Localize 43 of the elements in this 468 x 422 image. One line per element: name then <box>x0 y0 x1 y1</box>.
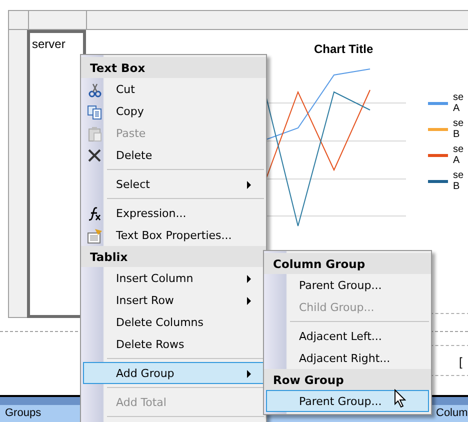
menu-item[interactable]: Parent Group... <box>266 390 429 412</box>
mouse-pointer-icon <box>394 389 406 408</box>
close-icon <box>87 148 103 164</box>
section-title: Text Box <box>90 60 146 74</box>
section-title: Tablix <box>90 250 128 264</box>
menu-item[interactable]: Parent Group... <box>266 274 429 296</box>
menu-item[interactable]: Expression... <box>83 202 264 224</box>
menu-item[interactable]: Select <box>83 173 264 195</box>
field-value: server <box>32 37 66 51</box>
menu-item[interactable]: Delete Columns <box>83 311 264 333</box>
submenu-arrow-icon <box>247 275 251 283</box>
column-handle[interactable] <box>86 10 468 30</box>
menu-item[interactable]: Add Group <box>83 362 264 384</box>
scissors-icon <box>87 82 103 98</box>
menu-item[interactable]: Insert Column <box>83 267 264 289</box>
legend-label: se A <box>453 92 465 114</box>
submenu-arrow-icon <box>247 297 251 305</box>
menu-item[interactable]: Delete Rows <box>83 333 264 355</box>
row-handle[interactable] <box>8 30 28 318</box>
section-title: Column Group <box>273 256 366 270</box>
menu-item[interactable]: Insert Row <box>83 289 264 311</box>
menu-item[interactable]: Adjacent Left... <box>266 325 429 347</box>
function-icon <box>87 206 103 222</box>
pane-title: Groups <box>5 407 42 419</box>
corner-cell <box>8 10 28 30</box>
column-handle[interactable] <box>28 10 86 30</box>
cell-text: [ <box>459 355 462 369</box>
menu-item[interactable]: Copy <box>83 100 264 122</box>
submenu-arrow-icon <box>247 370 251 378</box>
clipboard-icon <box>87 126 103 142</box>
menu-item[interactable]: Delete <box>83 144 264 166</box>
properties-icon <box>87 228 103 244</box>
section-title: Row Group <box>273 372 344 386</box>
menu-item[interactable]: Text Box Properties... <box>83 224 264 246</box>
submenu-arrow-icon <box>247 181 251 189</box>
pane-title: Colum <box>436 407 468 419</box>
menu-item[interactable]: Cut <box>83 78 264 100</box>
menu-item[interactable]: Adjacent Right... <box>266 347 429 369</box>
legend-label: se B <box>453 170 465 192</box>
legend-label: se A <box>453 144 465 166</box>
legend-label: se B <box>453 118 465 140</box>
copy-icon <box>87 104 103 120</box>
chart-title: Chart Title <box>314 42 374 56</box>
